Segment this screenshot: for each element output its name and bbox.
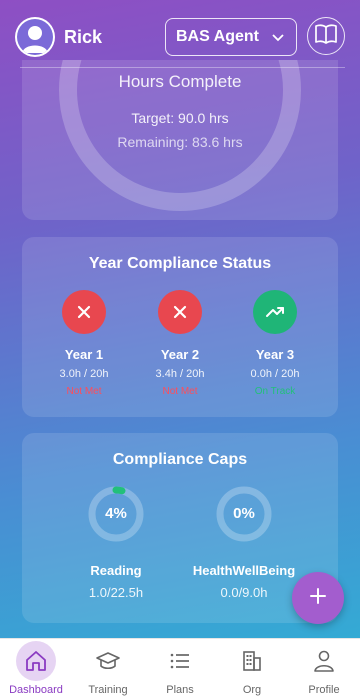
year-compliance-title: Year Compliance Status (88, 255, 272, 272)
bottom-nav: Dashboard Training Plans Org Profile (0, 638, 360, 700)
cap-percent: 0% (233, 505, 255, 522)
person-icon (304, 641, 344, 681)
nav-label: Training (88, 684, 128, 696)
hours-remaining: Remaining: 83.6 hrs (117, 134, 243, 150)
role-select[interactable]: BAS Agent (165, 18, 297, 56)
cap-item[interactable]: 4% Reading 1.0/22.5h (46, 485, 186, 600)
close-icon (62, 290, 106, 334)
user-name: Rick (64, 27, 103, 47)
add-button[interactable] (292, 572, 344, 624)
person-icon (17, 19, 53, 55)
year-status: On Track (254, 386, 296, 397)
nav-label: Plans (166, 684, 194, 696)
cap-progress-ring: 4% (87, 485, 145, 543)
nav-item-dashboard[interactable]: Dashboard (0, 639, 72, 700)
year-label: Year 3 (255, 347, 295, 362)
role-select-value: BAS Agent (176, 28, 259, 45)
cap-item[interactable]: 0% HealthWellBeing 0.0/9.0h (174, 485, 314, 600)
nav-item-profile[interactable]: Profile (288, 639, 360, 700)
close-icon (158, 290, 202, 334)
plus-icon (308, 586, 328, 611)
year-status: Not Met (66, 386, 102, 397)
year-hours: 3.0h / 20h (59, 368, 109, 380)
list-icon (160, 641, 200, 681)
chevron-down-icon (270, 29, 286, 50)
trending-up-icon (253, 290, 297, 334)
graduation-cap-icon (88, 641, 128, 681)
compliance-caps-title: Compliance Caps (112, 451, 248, 468)
book-open-icon (314, 23, 338, 50)
year-label: Year 1 (64, 347, 104, 362)
building-icon (232, 641, 272, 681)
nav-label: Org (242, 684, 262, 696)
nav-label: Profile (308, 684, 340, 696)
avatar[interactable] (15, 17, 55, 57)
nav-item-org[interactable]: Org (216, 639, 288, 700)
compliance-caps-card: Compliance Caps 4% Reading 1.0/22.5h 0% … (22, 433, 338, 623)
nav-label: Dashboard (9, 684, 63, 696)
hours-target: Target: 90.0 hrs (131, 110, 229, 126)
cap-percent: 4% (105, 505, 127, 522)
year-label: Year 2 (160, 347, 200, 362)
cap-label: HealthWellBeing (192, 563, 296, 578)
cap-label: Reading (90, 563, 142, 578)
year-item[interactable]: Year 3 0.0h / 20h On Track (230, 290, 320, 397)
book-button[interactable] (307, 17, 345, 55)
cap-value: 1.0/22.5h (88, 585, 144, 600)
hours-card: Hours Complete Target: 90.0 hrs Remainin… (22, 60, 338, 220)
year-status: Not Met (162, 386, 198, 397)
year-hours: 3.4h / 20h (155, 368, 205, 380)
nav-item-plans[interactable]: Plans (144, 639, 216, 700)
nav-item-training[interactable]: Training (72, 639, 144, 700)
year-item[interactable]: Year 2 3.4h / 20h Not Met (135, 290, 225, 397)
hours-title: Hours Complete (118, 72, 242, 91)
year-hours: 0.0h / 20h (250, 368, 300, 380)
year-item[interactable]: Year 1 3.0h / 20h Not Met (39, 290, 129, 397)
cap-progress-ring: 0% (215, 485, 273, 543)
home-icon (16, 641, 56, 681)
year-compliance-card: Year Compliance Status Year 1 3.0h / 20h… (22, 237, 338, 417)
